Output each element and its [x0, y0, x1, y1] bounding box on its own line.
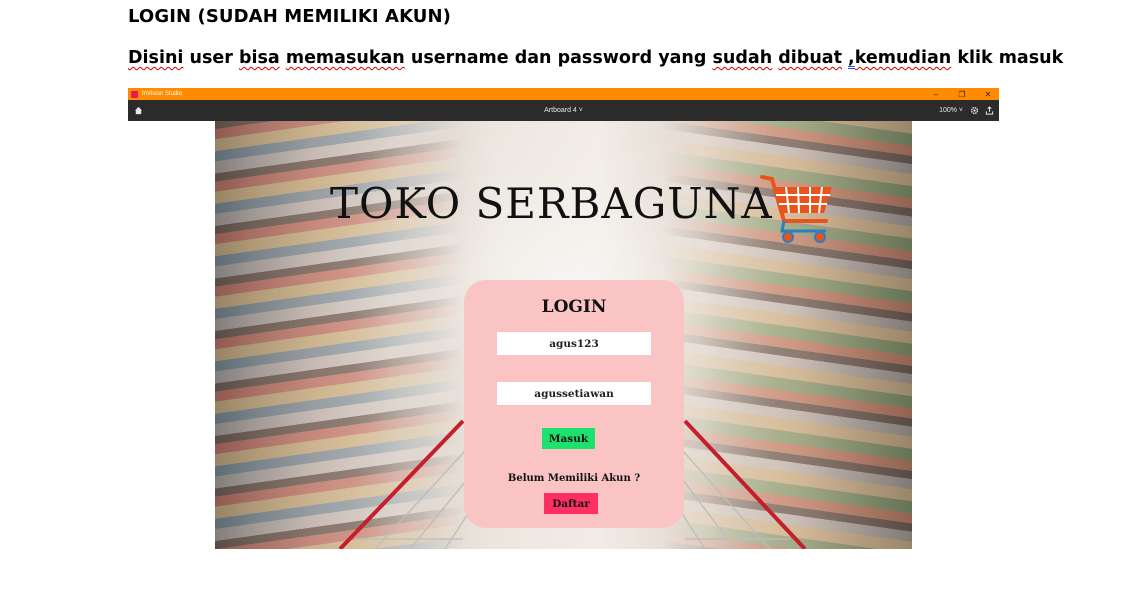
desc-text: username dan password yang: [404, 48, 713, 68]
login-card: LOGIN Masuk Belum Memiliki Akun ? Daftar: [464, 280, 684, 528]
desc-text: user: [183, 48, 239, 68]
password-field[interactable]: [497, 382, 651, 405]
document-heading: LOGIN (SUDAH MEMILIKI AKUN): [128, 6, 452, 27]
window-titlebar: InVision Studio – ❐ ✕: [128, 88, 999, 100]
restore-button[interactable]: ❐: [957, 90, 967, 99]
no-account-label: Belum Memiliki Akun ?: [507, 473, 641, 484]
share-icon[interactable]: [985, 106, 994, 115]
artboard-selector[interactable]: Artboard 4 ˅: [128, 100, 999, 121]
desc-text: klik masuk: [951, 48, 1064, 68]
login-title: LOGIN: [541, 297, 607, 317]
app-name: InVision Studio: [142, 91, 182, 97]
app-toolbar: Artboard 4 ˅ 100% ˅: [128, 100, 999, 121]
desc-word: memasukan: [285, 48, 405, 68]
login-submit-button[interactable]: Masuk: [542, 428, 595, 449]
shopping-cart-icon: [760, 175, 832, 243]
username-field[interactable]: [497, 332, 651, 355]
desc-word: ,: [848, 48, 855, 68]
invision-logo-icon: [131, 90, 138, 98]
brand-title: TOKO SERBAGUNA: [330, 179, 773, 228]
artboard-canvas: TOKO SERBAGUNA LOGIN Masuk Belum Memilik…: [215, 121, 912, 549]
window-controls: – ❐ ✕: [931, 88, 993, 100]
desc-word: bisa: [238, 48, 280, 68]
close-button[interactable]: ✕: [983, 90, 993, 99]
zoom-selector[interactable]: 100% ˅: [939, 100, 963, 121]
desc-word: dibuat: [778, 48, 842, 68]
minimize-button[interactable]: –: [931, 90, 941, 99]
invision-studio-window: InVision Studio – ❐ ✕ Artboard 4 ˅ 100% …: [128, 88, 999, 549]
desc-word: kemudian: [854, 48, 952, 68]
desc-word: Disini: [128, 48, 184, 68]
desc-word: sudah: [712, 48, 773, 68]
gear-icon[interactable]: [970, 106, 979, 115]
document-description: Disini user bisa memasukan username dan …: [128, 48, 1063, 68]
register-button[interactable]: Daftar: [544, 493, 598, 514]
